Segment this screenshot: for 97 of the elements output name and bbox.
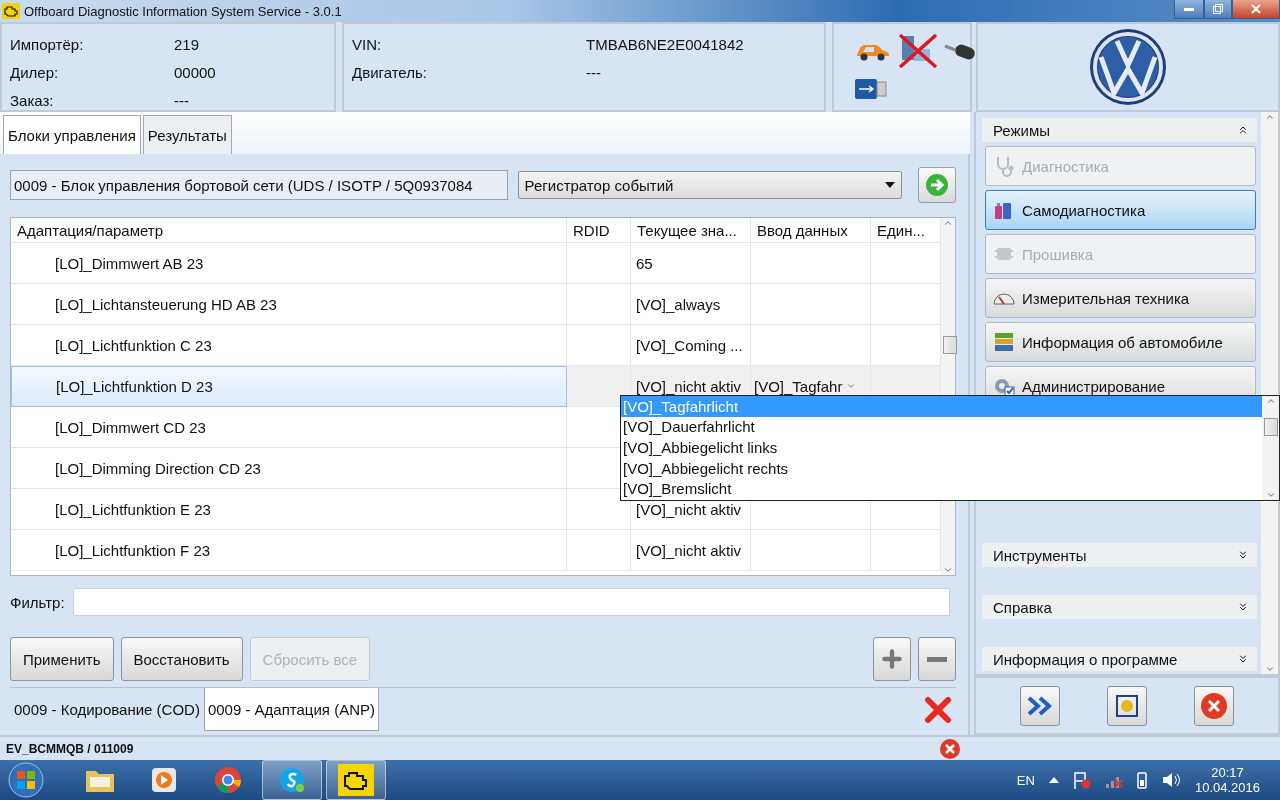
clock-time[interactable]: 20:17 bbox=[1211, 765, 1244, 780]
clock-date[interactable]: 10.04.2016 bbox=[1194, 780, 1260, 795]
double-chevron-icon bbox=[1025, 694, 1054, 717]
collapse-icon bbox=[1237, 124, 1249, 136]
section-header[interactable]: Инструменты bbox=[982, 543, 1257, 567]
table-cell: [VO]_always bbox=[631, 284, 751, 325]
close-icon bbox=[1200, 691, 1229, 720]
table-cell bbox=[567, 243, 631, 284]
table-cell: [LO]_Dimmwert AB 23 bbox=[11, 243, 567, 284]
action-button[interactable]: Применить bbox=[10, 637, 114, 681]
browser-icon bbox=[213, 765, 243, 795]
caret-icon bbox=[885, 182, 896, 188]
action-button[interactable]: Восстановить bbox=[120, 637, 243, 681]
table-cell: 65 bbox=[631, 243, 751, 284]
table-cell bbox=[567, 325, 631, 366]
arrow-right-icon bbox=[925, 173, 950, 197]
forward-button[interactable] bbox=[1019, 685, 1060, 726]
scroll-up-icon[interactable] bbox=[943, 218, 953, 228]
tab[interactable]: 0009 - Кодирование (COD) bbox=[10, 688, 204, 731]
table-cell: [LO]_Dimmwert CD 23 bbox=[11, 407, 567, 448]
flag-icon[interactable] bbox=[1072, 771, 1091, 789]
filter-label: Фильтр: bbox=[10, 593, 65, 611]
go-button[interactable] bbox=[918, 167, 956, 203]
field-value: --- bbox=[586, 63, 602, 81]
tab[interactable]: Блоки управления bbox=[3, 115, 141, 154]
scroll-down-icon[interactable] bbox=[1264, 664, 1275, 674]
field-label: Импортёр: bbox=[10, 35, 85, 53]
table-cell: [VO]_nicht aktiv bbox=[631, 530, 751, 571]
table-cell bbox=[567, 284, 631, 325]
start-button[interactable] bbox=[6, 761, 46, 799]
mode-button[interactable]: Самодиагностика bbox=[985, 190, 1256, 230]
table-cell: [LO]_Lichtfunktion D 23 bbox=[11, 366, 567, 407]
taskbar-app[interactable] bbox=[326, 760, 386, 800]
fullscreen-button[interactable] bbox=[1107, 685, 1147, 726]
expand-icon bbox=[1237, 601, 1249, 613]
restore-icon bbox=[1213, 4, 1223, 14]
scroll-up-icon[interactable] bbox=[1264, 112, 1275, 122]
table-cell: [LO]_Dimming Direction CD 23 bbox=[11, 448, 567, 489]
close-icon bbox=[1251, 4, 1261, 14]
table-cell: [LO]_Lichtfunktion E 23 bbox=[11, 489, 567, 530]
tray-expand-icon[interactable] bbox=[1048, 777, 1059, 783]
mode-button[interactable]: Информация об автомобиле bbox=[985, 322, 1256, 362]
minimize-icon bbox=[1184, 7, 1194, 11]
field-value: 219 bbox=[174, 35, 201, 53]
table-cell: [LO]_Lichtansteuerung HD AB 23 bbox=[11, 284, 567, 325]
table-cell: [VO]_Coming ... bbox=[631, 325, 751, 366]
filter-field[interactable] bbox=[72, 588, 950, 616]
caret-icon bbox=[846, 381, 857, 391]
tab[interactable]: Результаты bbox=[142, 115, 232, 154]
engine-warning-icon bbox=[2, 3, 20, 19]
close-button[interactable] bbox=[1232, 0, 1280, 19]
mode-button[interactable]: Измерительная техника bbox=[985, 278, 1256, 318]
exit-button[interactable] bbox=[1194, 685, 1235, 726]
scroll-down-icon[interactable] bbox=[1265, 490, 1276, 500]
table-cell: [LO]_Lichtfunktion F 23 bbox=[11, 530, 567, 571]
function-dropdown[interactable]: Регистратор событий bbox=[517, 171, 903, 199]
books-icon bbox=[992, 330, 1016, 354]
close-icon[interactable] bbox=[924, 695, 952, 724]
minimize-button[interactable] bbox=[1174, 0, 1204, 19]
field-label: Заказ: bbox=[10, 91, 55, 109]
section-header[interactable]: Справка bbox=[982, 595, 1257, 619]
frame-icon bbox=[1114, 692, 1140, 719]
table-cell: [LO]_Lichtfunktion C 23 bbox=[11, 325, 567, 366]
tab[interactable]: 0009 - Адаптация (ANP) bbox=[203, 688, 379, 731]
module-field: 0009 - Блок управления бортовой сети (UDS / ISOTP / 5Q0937084 bbox=[10, 170, 508, 200]
minus-icon bbox=[927, 656, 947, 662]
add-button[interactable] bbox=[873, 637, 911, 681]
engine-warning-icon bbox=[338, 764, 374, 796]
field-value: TMBAB6NE2E0041842 bbox=[586, 35, 745, 53]
restore-button[interactable] bbox=[1204, 0, 1232, 19]
scroll-thumb[interactable] bbox=[1264, 418, 1278, 436]
scrollbar[interactable] bbox=[1262, 396, 1279, 500]
window-title: Offboard Diagnostic Information System Service - 3.0.1 bbox=[24, 3, 342, 19]
field-value: --- bbox=[174, 91, 190, 109]
plus-icon bbox=[879, 646, 905, 672]
table-cell bbox=[567, 530, 631, 571]
section-header[interactable]: Информация о программе bbox=[982, 647, 1257, 671]
scroll-thumb[interactable] bbox=[943, 336, 957, 354]
status-text: EV_BCMMQB / 011009 bbox=[6, 741, 134, 756]
expand-icon bbox=[1237, 549, 1249, 561]
network-disconnected-icon bbox=[898, 33, 938, 69]
usb-drive-icon bbox=[854, 77, 888, 101]
expand-icon bbox=[1237, 653, 1249, 665]
field-label: Двигатель: bbox=[352, 63, 428, 81]
remove-button[interactable] bbox=[918, 637, 956, 681]
language-indicator[interactable]: EN bbox=[1016, 772, 1035, 788]
scroll-up-icon[interactable] bbox=[1265, 396, 1276, 406]
error-icon bbox=[939, 737, 962, 760]
volume-icon[interactable] bbox=[1160, 771, 1181, 789]
scroll-down-icon[interactable] bbox=[943, 565, 953, 575]
messenger-icon bbox=[277, 765, 307, 795]
field-value: 00000 bbox=[174, 63, 217, 81]
media-player-icon bbox=[149, 765, 179, 795]
section-header[interactable]: Режимы bbox=[982, 118, 1257, 142]
battery-icon[interactable] bbox=[1136, 771, 1147, 789]
field-label: Дилер: bbox=[10, 63, 60, 81]
field-label: VIN: bbox=[352, 35, 383, 53]
